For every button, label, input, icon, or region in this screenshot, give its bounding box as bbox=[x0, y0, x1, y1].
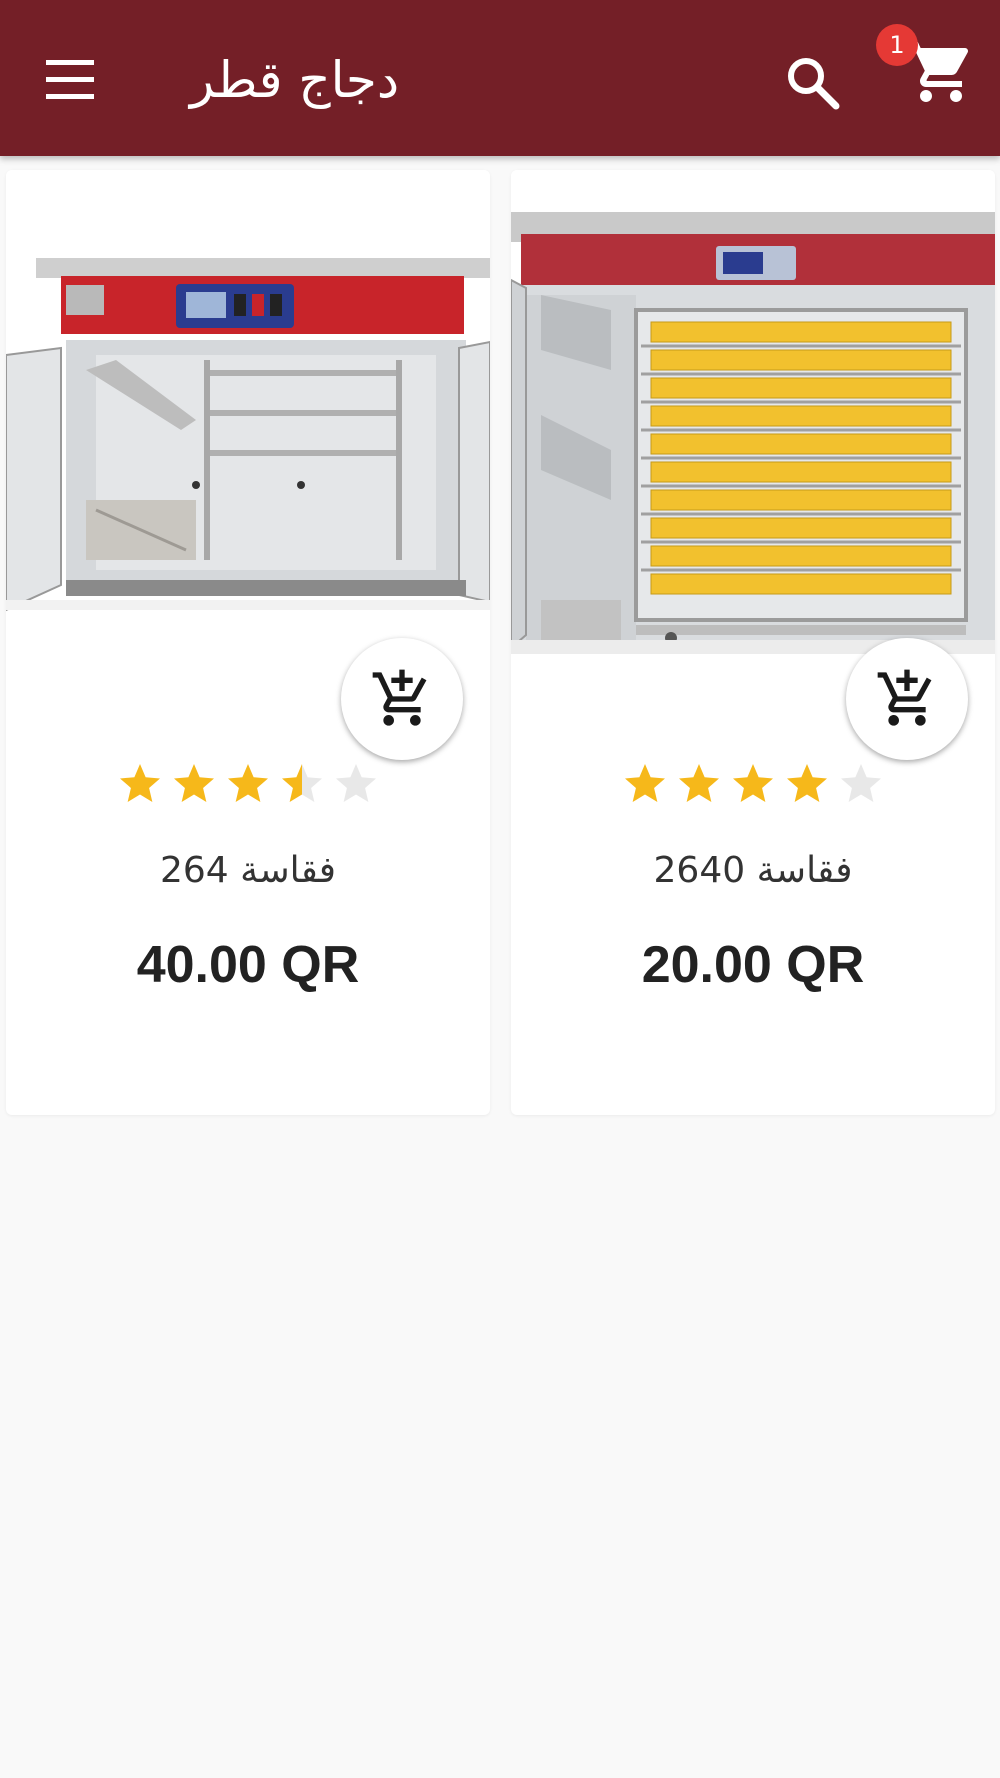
star-filled-icon bbox=[120, 764, 160, 802]
incubator-small-illustration bbox=[6, 170, 490, 710]
star-filled-icon bbox=[679, 764, 719, 802]
product-price: 20.00 QR bbox=[641, 936, 865, 994]
search-icon bbox=[788, 58, 840, 110]
star-empty-icon bbox=[336, 764, 376, 802]
incubator-large-illustration bbox=[511, 170, 995, 710]
add-to-cart-button[interactable] bbox=[341, 638, 463, 760]
incubator-large-image[interactable] bbox=[511, 170, 995, 710]
incubator-small-image[interactable] bbox=[6, 170, 490, 710]
product-name[interactable]: فقاسة 2640 bbox=[511, 850, 995, 891]
add-shopping-cart-icon bbox=[372, 669, 427, 726]
product-name[interactable]: فقاسة 264 bbox=[6, 850, 490, 891]
cart-count-badge: 1 bbox=[876, 24, 918, 66]
star-filled-icon bbox=[228, 764, 268, 802]
star-filled-icon bbox=[625, 764, 665, 802]
menu-icon bbox=[46, 60, 94, 99]
star-filled-icon bbox=[174, 764, 214, 802]
rating-stars bbox=[6, 760, 490, 820]
add-shopping-cart-icon bbox=[877, 669, 932, 726]
star-half-icon bbox=[282, 764, 322, 802]
star-filled-icon bbox=[733, 764, 773, 802]
search-button[interactable] bbox=[780, 50, 844, 114]
star-empty-icon bbox=[841, 764, 881, 802]
rating-stars bbox=[511, 760, 995, 820]
star-filled-icon bbox=[787, 764, 827, 802]
menu-button[interactable] bbox=[38, 52, 102, 108]
add-to-cart-button[interactable] bbox=[846, 638, 968, 760]
product-price: 40.00 QR bbox=[136, 936, 360, 994]
app-bar: دجاج قطر 1 bbox=[0, 0, 1000, 156]
product-card[interactable]: فقاسة 2640 20.00 QR bbox=[511, 170, 995, 1115]
app-title: دجاج قطر bbox=[190, 51, 400, 109]
product-card[interactable]: فقاسة 264 40.00 QR bbox=[6, 170, 490, 1115]
